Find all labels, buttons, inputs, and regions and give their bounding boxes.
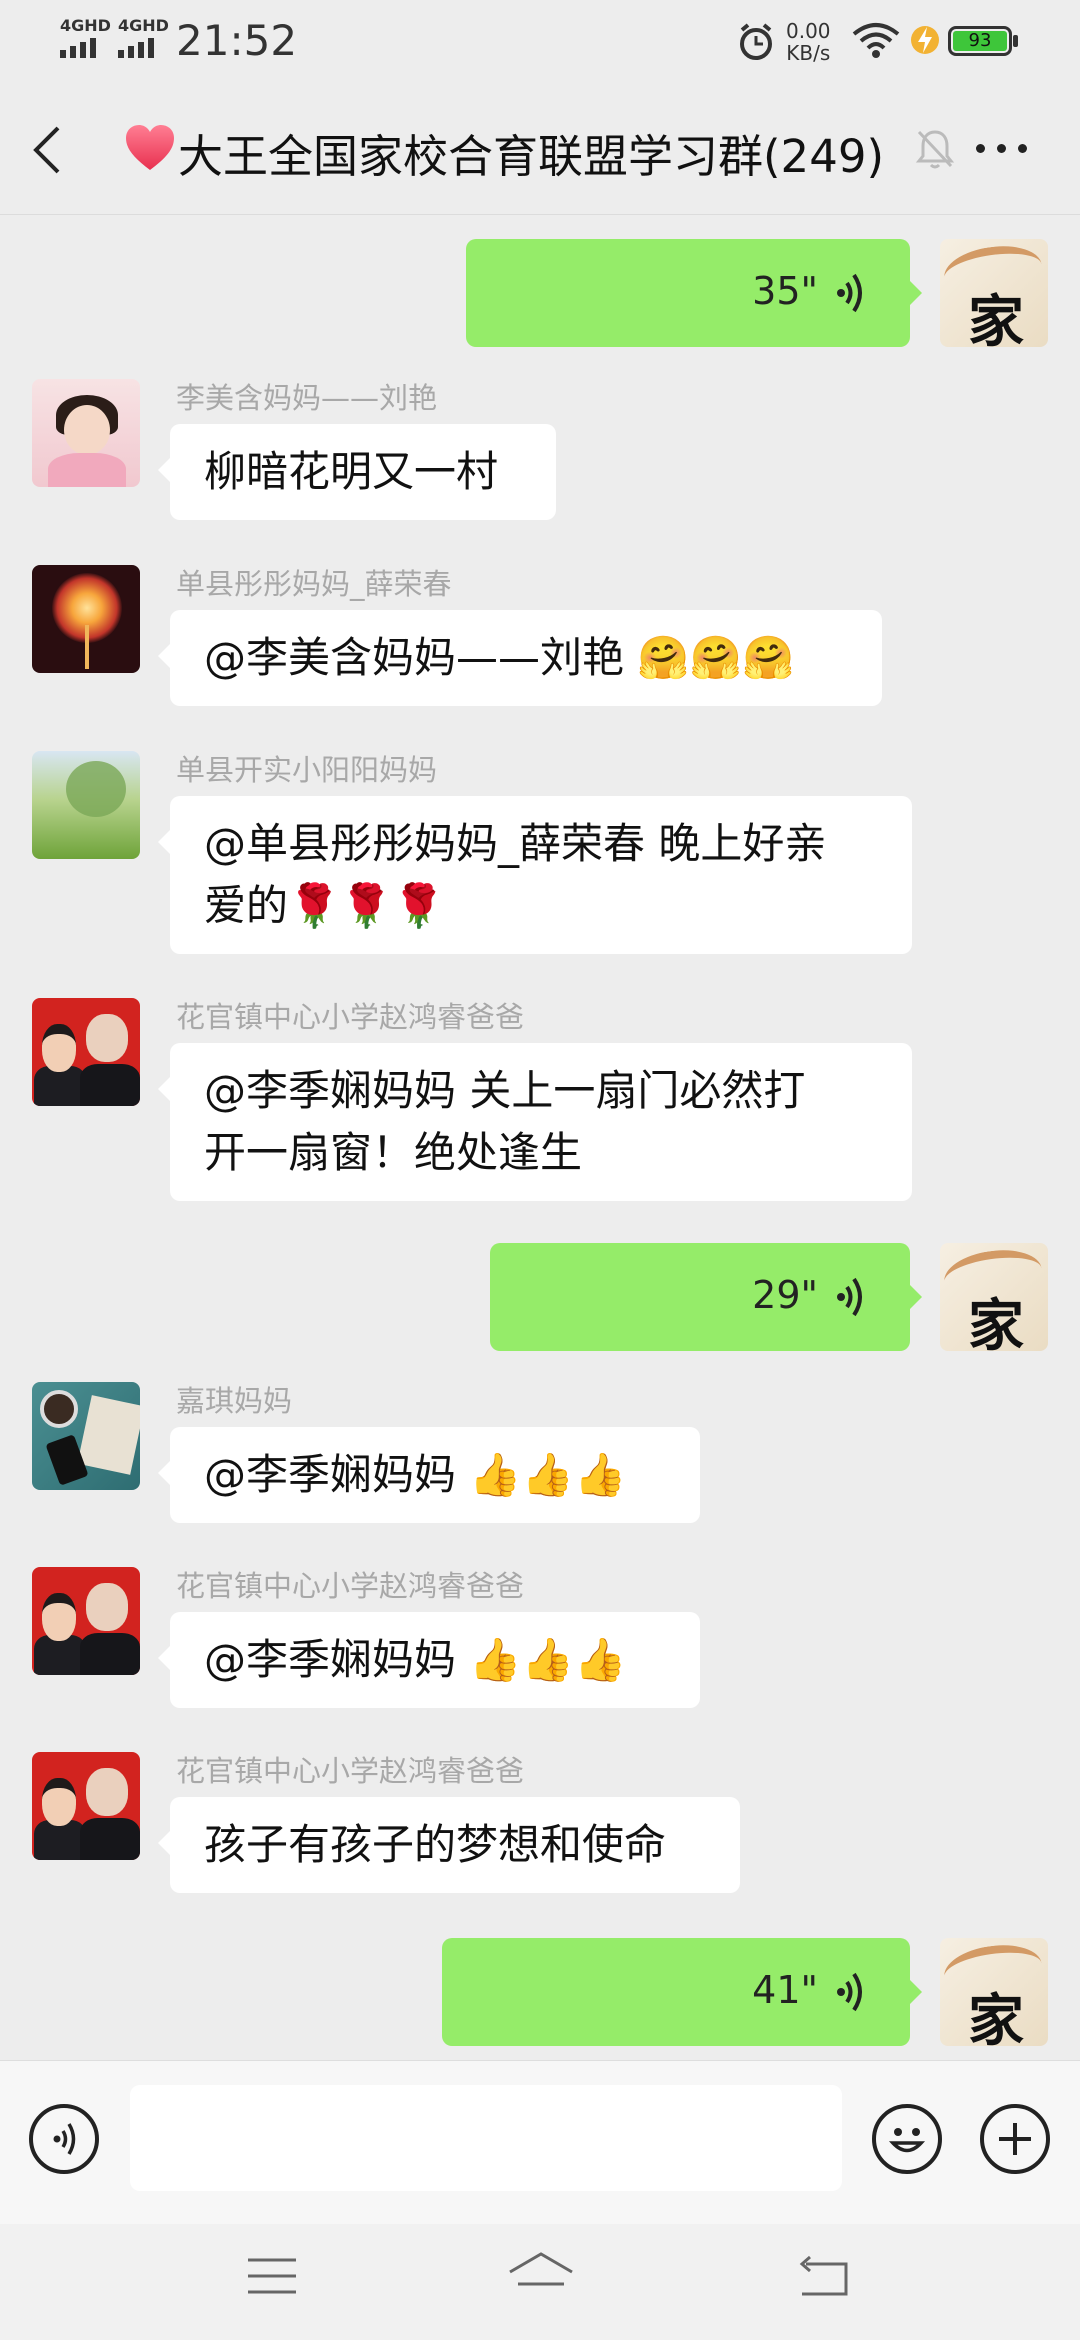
message-text: @李季娴妈妈 👍👍👍 [204,1450,627,1499]
chat-header: 大王全国家校合育联盟学习群(249) [0,84,1080,216]
message-bubble[interactable]: @李美含妈妈——刘艳 🤗🤗🤗 [158,610,882,706]
battery-level: 93 [953,31,1007,51]
battery-icon: 93 [948,26,1018,56]
message-bubble[interactable]: @李季娴妈妈 👍👍👍 [158,1612,700,1708]
message-text: 柳暗花明又一村 [204,447,499,496]
sender-name: 花官镇中心小学赵鸿睿爸爸 [176,1754,525,1788]
message-text: @李美含妈妈——刘艳 🤗🤗🤗 [204,633,795,682]
message-voice: 41" 家 [0,1938,1080,2046]
system-nav-bar [0,2224,1080,2340]
sender-name: 李美含妈妈——刘艳 [176,381,438,415]
message-text: 花官镇中心小学赵鸿睿爸爸 孩子有孩子的梦想和使命 [0,1752,1080,1912]
message-list[interactable]: 35" 家 李美含妈妈——刘艳 柳暗花明又一村 单县彤彤妈妈_薛荣春 @李美含妈… [0,215,1080,2060]
message-text: 嘉琪妈妈 @李季娴妈妈 👍👍👍 [0,1382,1080,1542]
voice-input-icon [53,2123,76,2155]
message-voice: 35" 家 [0,239,1080,347]
avatar[interactable]: 家 [940,1243,1048,1351]
message-bubble[interactable]: @李季娴妈妈 关上一扇门必然打 开一扇窗！绝处逢生 [158,1043,912,1201]
voice-input-button[interactable] [29,2104,99,2174]
signal-bars-icon [60,38,111,58]
network-speed-unit: KB/s [786,41,831,65]
signal-label: 4GHD [118,16,169,35]
avatar[interactable]: 家 [940,1938,1048,2046]
sender-name: 单县开实小阳阳妈妈 [176,753,438,787]
emoji-icon [888,2128,926,2153]
voice-wave-icon [837,1972,862,2012]
avatar[interactable] [32,1567,140,1675]
voice-duration: 29" [752,1273,818,1317]
message-text: 单县开实小阳阳妈妈 @单县彤彤妈妈_薛荣春 晚上好亲 爱的🌹🌹🌹 [0,751,1080,971]
network-speed: 0.00 KB/s [786,20,831,64]
message-text: 单县彤彤妈妈_薛荣春 @李美含妈妈——刘艳 🤗🤗🤗 [0,565,1080,725]
network-speed-value: 0.00 [786,19,831,43]
voice-duration: 35" [752,269,818,313]
avatar[interactable] [32,998,140,1106]
message-bubble[interactable]: 柳暗花明又一村 [158,424,556,520]
voice-message-bubble[interactable]: 35" [466,239,922,347]
avatar[interactable] [32,565,140,673]
message-text: 花官镇中心小学赵鸿睿爸爸 @李季娴妈妈 👍👍👍 [0,1567,1080,1727]
sender-name: 花官镇中心小学赵鸿睿爸爸 [176,1569,525,1603]
sender-name: 花官镇中心小学赵鸿睿爸爸 [176,1000,525,1034]
input-bar [0,2060,1080,2225]
message-text: @李季娴妈妈 👍👍👍 [204,1635,627,1684]
message-input[interactable] [130,2085,842,2191]
message-text: 李美含妈妈——刘艳 柳暗花明又一村 [0,379,1080,539]
avatar[interactable] [32,1382,140,1490]
message-text-line: @单县彤彤妈妈_薛荣春 晚上好亲 [204,819,827,868]
home-nav-icon[interactable] [506,2250,576,2300]
message-text-line: 开一扇窗！绝处逢生 [204,1128,583,1177]
plus-icon [999,2123,1031,2155]
group-title: 大王全国家校合育联盟学习群(249) [178,130,885,183]
signal-indicator-2: 4GHD [118,18,169,58]
voice-wave-icon [837,273,862,313]
back-nav-icon[interactable] [796,2254,852,2300]
message-text-line: @李季娴妈妈 关上一扇门必然打 [204,1066,806,1115]
heart-icon [126,125,174,170]
message-text: 花官镇中心小学赵鸿睿爸爸 @李季娴妈妈 关上一扇门必然打 开一扇窗！绝处逢生 [0,998,1080,1218]
avatar[interactable] [32,379,140,487]
status-bar: 4GHD 4GHD 21:52 0.00 KB/s 93 [0,0,1080,84]
menu-nav-icon[interactable] [246,2254,298,2298]
alarm-icon [740,23,772,60]
message-text: 孩子有孩子的梦想和使命 [204,1820,667,1869]
emoji-button[interactable] [872,2104,942,2174]
mute-icon [915,130,955,169]
clock: 21:52 [176,16,298,65]
message-bubble[interactable]: @单县彤彤妈妈_薛荣春 晚上好亲 爱的🌹🌹🌹 [158,796,912,954]
charging-icon [911,26,939,54]
plus-button[interactable] [980,2104,1050,2174]
voice-message-bubble[interactable]: 29" [490,1243,922,1351]
avatar[interactable]: 家 [940,239,1048,347]
signal-bars-icon [118,38,169,58]
more-icon[interactable] [976,144,1027,153]
sender-name: 单县彤彤妈妈_薛荣春 [176,567,452,601]
avatar[interactable] [32,1752,140,1860]
signal-label: 4GHD [60,16,111,35]
avatar[interactable] [32,751,140,859]
sender-name: 嘉琪妈妈 [176,1384,293,1418]
signal-indicator-1: 4GHD [60,18,111,58]
wifi-icon [852,23,900,58]
voice-duration: 41" [752,1968,818,2012]
message-bubble[interactable]: @李季娴妈妈 👍👍👍 [158,1427,700,1523]
voice-message-bubble[interactable]: 41" [442,1938,922,2046]
message-voice: 29" 家 [0,1243,1080,1351]
voice-wave-icon [837,1277,862,1317]
message-bubble[interactable]: 孩子有孩子的梦想和使命 [158,1797,740,1893]
message-text-line: 爱的🌹🌹🌹 [204,881,445,930]
back-icon[interactable] [32,124,62,176]
